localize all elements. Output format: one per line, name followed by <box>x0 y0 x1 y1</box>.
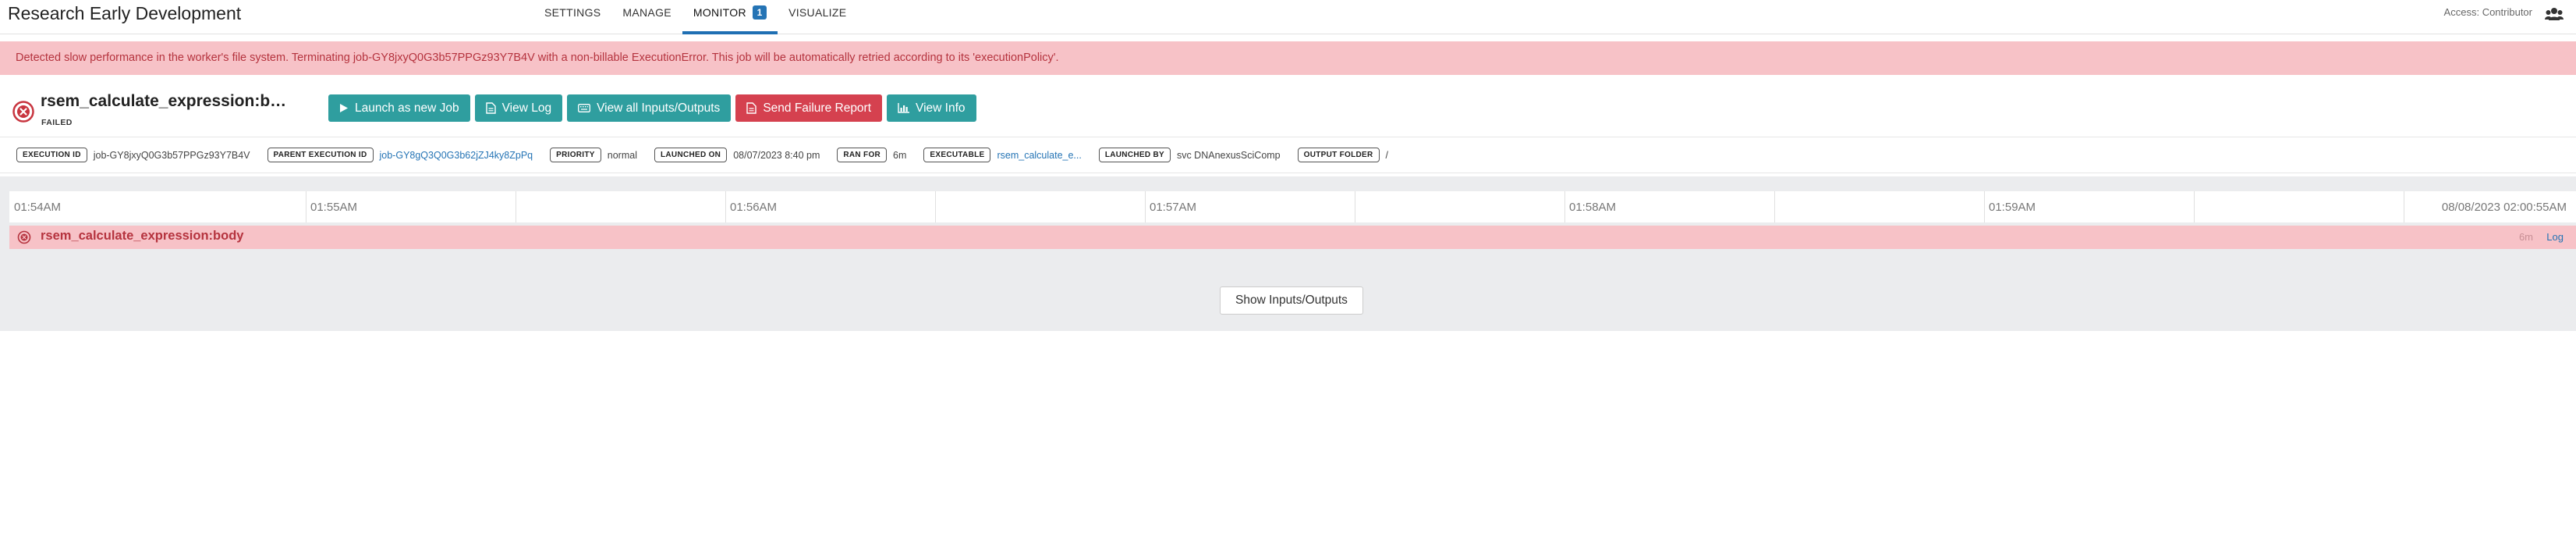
tab-visualize-label: VISUALIZE <box>788 6 847 19</box>
tab-manage-label: MANAGE <box>622 6 671 19</box>
timeline-job-duration: 6m <box>2518 231 2533 243</box>
axis-tick-label: 01:58AM <box>1569 201 1617 214</box>
meta-output-folder: OUTPUT FOLDER / <box>1297 148 1389 162</box>
bar-chart-icon <box>898 103 910 113</box>
axis-tick-label: 01:56AM <box>730 201 778 214</box>
access-label: Access: <box>2443 6 2480 18</box>
output-folder-value: / <box>1385 149 1389 161</box>
users-icon[interactable] <box>2545 6 2564 22</box>
tab-monitor[interactable]: MONITOR 1 <box>682 0 778 34</box>
top-header: Research Early Development SETTINGS MANA… <box>0 0 2576 34</box>
send-failure-report-button[interactable]: Send Failure Report <box>735 94 883 122</box>
show-inputs-outputs-button[interactable]: Show Inputs/Outputs <box>1220 286 1363 315</box>
tab-monitor-label: MONITOR <box>693 6 746 19</box>
timeline-job-row[interactable]: rsem_calculate_expression:body 6m Log <box>9 226 2576 249</box>
execution-metadata: EXECUTION ID job-GY8jxyQ0G3b57PPGz93Y7B4… <box>0 137 2576 173</box>
output-folder-label: OUTPUT FOLDER <box>1297 148 1380 162</box>
axis-segment <box>2195 191 2404 222</box>
meta-launched-on: LAUNCHED ON 08/07/2023 8:40 pm <box>654 148 820 162</box>
launched-by-label: LAUNCHED BY <box>1098 148 1171 162</box>
alert-message: Detected slow performance in the worker'… <box>16 52 1059 64</box>
launched-on-value: 08/07/2023 8:40 pm <box>733 149 820 161</box>
view-info-label: View Info <box>916 101 966 115</box>
axis-tick-label: 08/08/2023 02:00:55AM <box>2441 201 2567 214</box>
view-all-inputs-outputs-label: View all Inputs/Outputs <box>597 101 721 115</box>
execution-id-value: job-GY8jxyQ0G3b57PPGz93Y7B4V <box>93 149 250 161</box>
launched-on-label: LAUNCHED ON <box>654 148 728 162</box>
ran-for-value: 6m <box>893 149 907 161</box>
monitor-count-badge: 1 <box>753 5 767 20</box>
play-icon <box>340 104 348 112</box>
axis-tick-label: 01:59AM <box>1989 201 2036 214</box>
execution-id-label: EXECUTION ID <box>16 148 87 162</box>
meta-executable: EXECUTABLE rsem_calculate_e... <box>923 148 1082 162</box>
executable-link[interactable]: rsem_calculate_e... <box>997 150 1081 161</box>
access-role: Contributor <box>2482 6 2532 18</box>
timeline-job-name: rsem_calculate_expression:body <box>41 229 244 243</box>
meta-priority: PRIORITY normal <box>550 148 637 162</box>
executable-label: EXECUTABLE <box>923 148 991 162</box>
error-alert-banner: Detected slow performance in the worker'… <box>0 41 2576 75</box>
failed-icon <box>12 101 34 123</box>
view-info-button[interactable]: View Info <box>887 94 976 122</box>
tab-settings-label: SETTINGS <box>544 6 601 19</box>
meta-parent-execution-id: PARENT EXECUTION ID job-GY8gQ3Q0G3b62jZJ… <box>267 148 533 162</box>
axis-segment <box>1775 191 1985 222</box>
report-icon <box>746 102 757 114</box>
tab-visualize[interactable]: VISUALIZE <box>778 0 857 34</box>
timeline-axis: 01:54AM 01:55AM 01:56AM 01:57AM 01:58AM … <box>9 191 2576 222</box>
timeline-job-log-link[interactable]: Log <box>2546 231 2564 243</box>
project-title: Research Early Development <box>8 3 242 23</box>
axis-segment <box>936 191 1146 222</box>
job-actions: Launch as new Job View Log View all Inpu… <box>328 94 976 122</box>
job-state: FAILED <box>41 118 73 127</box>
view-all-inputs-outputs-button[interactable]: View all Inputs/Outputs <box>567 94 732 122</box>
send-failure-report-label: Send Failure Report <box>763 101 872 115</box>
launch-as-new-job-button[interactable]: Launch as new Job <box>328 94 470 122</box>
axis-tick-label: 01:54AM <box>14 201 62 214</box>
keyboard-icon <box>578 104 591 112</box>
axis-tick-label: 01:55AM <box>310 201 358 214</box>
failed-icon <box>17 230 31 244</box>
launch-as-new-job-label: Launch as new Job <box>355 101 459 115</box>
meta-launched-by: LAUNCHED BY svc DNAnexusSciComp <box>1098 148 1281 162</box>
view-log-label: View Log <box>501 101 552 115</box>
launched-by-value: svc DNAnexusSciComp <box>1176 149 1281 161</box>
parent-execution-id-label: PARENT EXECUTION ID <box>267 148 374 162</box>
priority-value: normal <box>607 149 637 161</box>
main-nav: SETTINGS MANAGE MONITOR 1 VISUALIZE <box>533 0 857 34</box>
view-log-button[interactable]: View Log <box>474 94 563 122</box>
parent-execution-id-link[interactable]: job-GY8gQ3Q0G3b62jZJ4ky8ZpPq <box>380 150 533 161</box>
file-icon <box>485 102 496 114</box>
axis-segment <box>1355 191 1565 222</box>
tab-settings[interactable]: SETTINGS <box>533 0 611 34</box>
ran-for-label: RAN FOR <box>837 148 888 162</box>
axis-segment <box>516 191 726 222</box>
access-level: Access: Contributor <box>2444 6 2532 18</box>
axis-tick-label: 01:57AM <box>1150 201 1197 214</box>
job-name: rsem_calculate_expression:b… <box>41 92 287 110</box>
priority-label: PRIORITY <box>550 148 601 162</box>
meta-execution-id: EXECUTION ID job-GY8jxyQ0G3b57PPGz93Y7B4… <box>16 148 250 162</box>
tab-manage[interactable]: MANAGE <box>611 0 682 34</box>
meta-ran-for: RAN FOR 6m <box>837 148 906 162</box>
